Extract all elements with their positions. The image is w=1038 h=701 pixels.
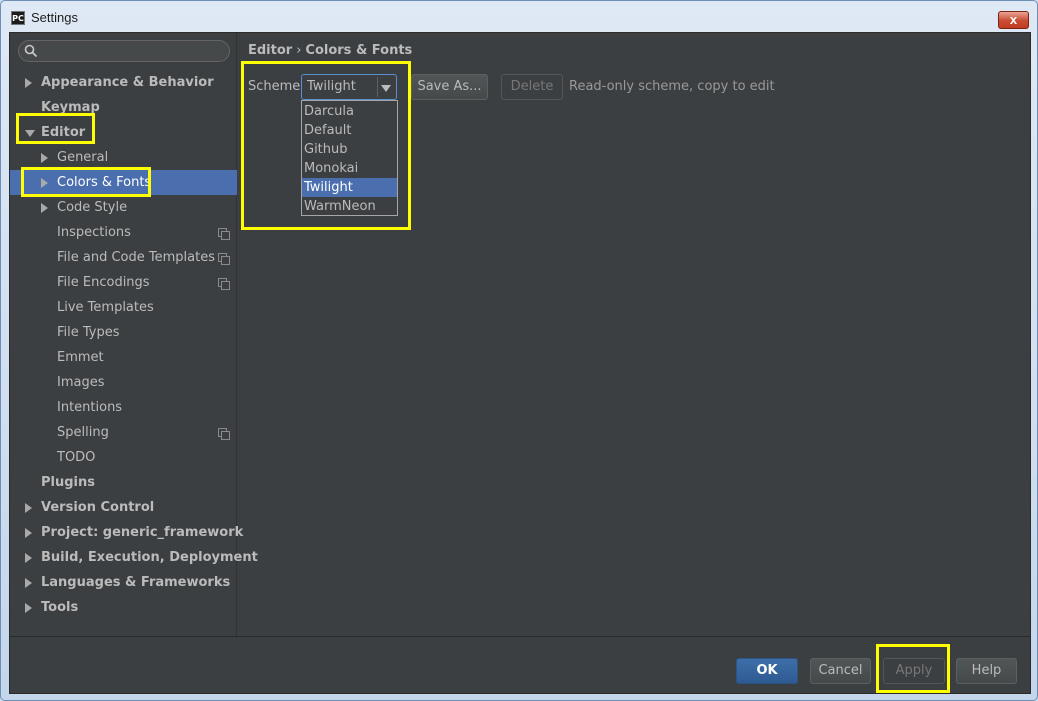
highlight-apply xyxy=(876,644,950,693)
highlight-scheme-dropdown xyxy=(241,61,411,230)
sidebar-item-label: Appearance & Behavior xyxy=(41,75,214,90)
cancel-button[interactable]: Cancel xyxy=(810,658,871,684)
help-button[interactable]: Help xyxy=(956,658,1017,684)
sidebar-item[interactable]: Plugins xyxy=(10,470,237,495)
sidebar-item[interactable]: Version Control xyxy=(10,495,237,520)
expand-arrow-right-icon[interactable] xyxy=(41,153,48,163)
sidebar-item-label: File Encodings xyxy=(57,275,150,290)
sidebar-item-label: TODO xyxy=(57,450,96,465)
project-scope-icon xyxy=(218,228,230,240)
sidebar-item[interactable]: File Types xyxy=(10,320,237,345)
sidebar-item-label: Inspections xyxy=(57,225,131,240)
sidebar-item[interactable]: File Encodings xyxy=(10,270,237,295)
breadcrumb-item-colors-fonts: Colors & Fonts xyxy=(305,43,413,58)
breadcrumb-separator: › xyxy=(296,43,302,58)
sidebar-item-label: Project: generic_framework xyxy=(41,525,244,540)
sidebar-item-label: Plugins xyxy=(41,475,95,490)
settings-window: PC Settings x Appearance & Behavior Keyma… xyxy=(0,0,1038,701)
highlight-colors-fonts xyxy=(21,167,151,197)
sidebar-item-label: Emmet xyxy=(57,350,104,365)
settings-content: Appearance & Behavior Keymap Editor General… xyxy=(9,32,1031,694)
sidebar-item-label: Version Control xyxy=(41,500,155,515)
readonly-notice: Read-only scheme, copy to edit xyxy=(569,79,775,94)
window-title: Settings xyxy=(31,10,78,25)
breadcrumb: Editor › Colors & Fonts xyxy=(248,43,412,58)
sidebar-item-label: Code Style xyxy=(57,200,128,215)
project-scope-icon xyxy=(218,253,230,265)
ok-button[interactable]: OK xyxy=(736,658,798,684)
save-as-button[interactable]: Save As... xyxy=(411,74,488,100)
project-scope-icon xyxy=(218,428,230,440)
sidebar-item[interactable]: Images xyxy=(10,370,237,395)
expand-arrow-right-icon[interactable] xyxy=(25,78,32,88)
sidebar-item[interactable]: File and Code Templates xyxy=(10,245,237,270)
highlight-editor xyxy=(16,113,95,144)
expand-arrow-right-icon[interactable] xyxy=(25,503,32,513)
expand-arrow-right-icon[interactable] xyxy=(25,528,32,538)
sidebar-item[interactable]: Code Style xyxy=(10,195,237,220)
sidebar-item[interactable]: Spelling xyxy=(10,420,237,445)
expand-arrow-right-icon[interactable] xyxy=(41,203,48,213)
sidebar-item[interactable]: Appearance & Behavior xyxy=(10,70,237,95)
sidebar-item[interactable]: TODO xyxy=(10,445,237,470)
sidebar-item-label: Languages & Frameworks xyxy=(41,575,231,590)
sidebar-item-label: File Types xyxy=(57,325,120,340)
breadcrumb-item-editor[interactable]: Editor xyxy=(248,43,292,58)
search-icon xyxy=(24,44,38,58)
sidebar-item[interactable]: Emmet xyxy=(10,345,237,370)
search-input[interactable] xyxy=(18,40,230,62)
expand-arrow-right-icon[interactable] xyxy=(25,553,32,563)
sidebar-item-label: Spelling xyxy=(57,425,109,440)
sidebar-item-label: File and Code Templates xyxy=(57,250,215,265)
project-scope-icon xyxy=(218,278,230,290)
sidebar-item[interactable]: Live Templates xyxy=(10,295,237,320)
close-button[interactable]: x xyxy=(998,11,1029,29)
sidebar-item[interactable]: Tools xyxy=(10,595,237,620)
sidebar-item[interactable]: Build, Execution, Deployment xyxy=(10,545,258,570)
sidebar-item[interactable]: Inspections xyxy=(10,220,237,245)
expand-arrow-right-icon[interactable] xyxy=(25,578,32,588)
sidebar-item-label: Tools xyxy=(41,600,79,615)
expand-arrow-right-icon[interactable] xyxy=(25,603,32,613)
sidebar-item-label: Intentions xyxy=(57,400,123,415)
sidebar-item[interactable]: Languages & Frameworks xyxy=(10,570,237,595)
title-bar[interactable]: PC Settings x xyxy=(1,1,1037,35)
sidebar-item[interactable]: Intentions xyxy=(10,395,237,420)
sidebar-item-label: Images xyxy=(57,375,105,390)
sidebar-item-label: Live Templates xyxy=(57,300,154,315)
sidebar-item[interactable]: Project: generic_framework xyxy=(10,520,243,545)
pycharm-app-icon: PC xyxy=(11,11,25,25)
delete-button[interactable]: Delete xyxy=(501,74,563,100)
sidebar-item-label: Build, Execution, Deployment xyxy=(41,550,258,565)
